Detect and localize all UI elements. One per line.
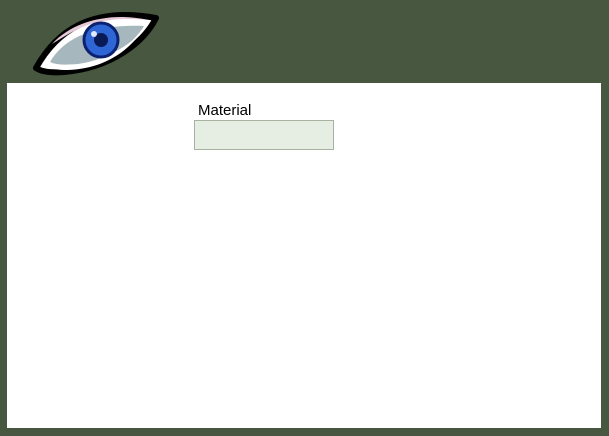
eye-icon bbox=[33, 12, 159, 76]
material-label: Material bbox=[198, 102, 252, 119]
material-input[interactable] bbox=[194, 120, 334, 150]
header bbox=[0, 0, 609, 82]
content-panel: Material bbox=[7, 83, 601, 428]
